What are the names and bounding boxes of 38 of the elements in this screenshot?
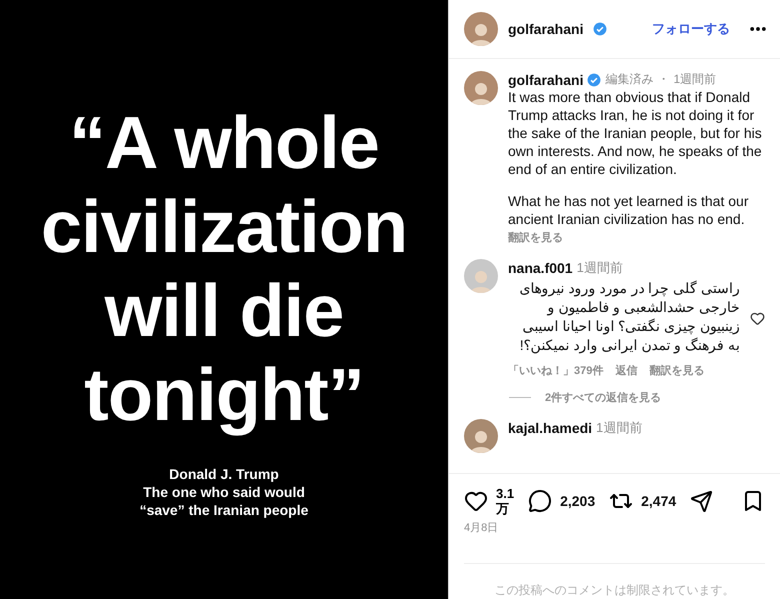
- view-replies-link[interactable]: 2件すべての返信を見る: [545, 390, 662, 405]
- image-caption: Donald J. Trump: [169, 464, 279, 482]
- quote-text: will die: [104, 268, 344, 352]
- repost-count: 2,474: [641, 493, 676, 509]
- comment-count: 2,203: [560, 493, 596, 509]
- translate-link[interactable]: 翻訳を見る: [508, 230, 765, 245]
- comment-text: راستی گلی چرا در مورد ورود نیروهای خارجی حشدالشعبی و فاطمیون و زینبیون چیزی نگفتی؟ اونا احیانا اسیبی به فرهنگ و تمدن ایرانی وارد نمیکنن؟!: [518, 279, 740, 355]
- avatar[interactable]: [464, 71, 498, 105]
- follow-link[interactable]: フォローする: [652, 20, 730, 38]
- post-date: 4月8日: [463, 521, 500, 535]
- avatar[interactable]: [464, 419, 498, 453]
- caption-text: It was more than obvious that if Donald Trump attacks Iran, he is not doing it for the sake of the Iranian people, but for his own interests. And now, he speaks of the end of an entire civilization.: [508, 88, 763, 178]
- like-icon[interactable]: [750, 311, 765, 326]
- timestamp: 1週間前: [596, 419, 642, 437]
- image-caption: “save” the Iranian people: [140, 500, 308, 518]
- image-caption: The one who said would: [143, 482, 305, 500]
- username[interactable]: kajal.hamedi: [508, 420, 592, 436]
- edited-label: 編集済み: [605, 71, 654, 88]
- username[interactable]: nana.f001: [508, 260, 573, 276]
- comment-icon[interactable]: [528, 489, 552, 513]
- avatar[interactable]: [464, 12, 498, 46]
- username[interactable]: golfarahani: [508, 21, 584, 37]
- like-count: 万: [496, 501, 510, 516]
- like-count: 3.1: [496, 486, 514, 501]
- quote-text: tonight”: [84, 352, 364, 436]
- translate-link[interactable]: 翻訳を見る: [649, 363, 704, 378]
- reply-link[interactable]: 返信: [615, 363, 638, 378]
- separator: ・: [657, 71, 670, 88]
- quote-text: “A whole: [69, 100, 379, 184]
- like-icon[interactable]: [464, 489, 488, 513]
- username[interactable]: golfarahani: [508, 72, 584, 88]
- quote-text: civilization: [40, 184, 408, 268]
- timestamp: 1週間前: [576, 259, 623, 277]
- share-icon[interactable]: [690, 490, 714, 512]
- comments-restricted-notice: この投稿へのコメントは制限されています。: [464, 563, 765, 599]
- caption-text: What he has not yet learned is that our ancient Iranian civilization has no end.: [508, 192, 750, 228]
- like-count[interactable]: 「いいね！」379件: [508, 363, 604, 378]
- timestamp: 1週間前: [673, 71, 716, 88]
